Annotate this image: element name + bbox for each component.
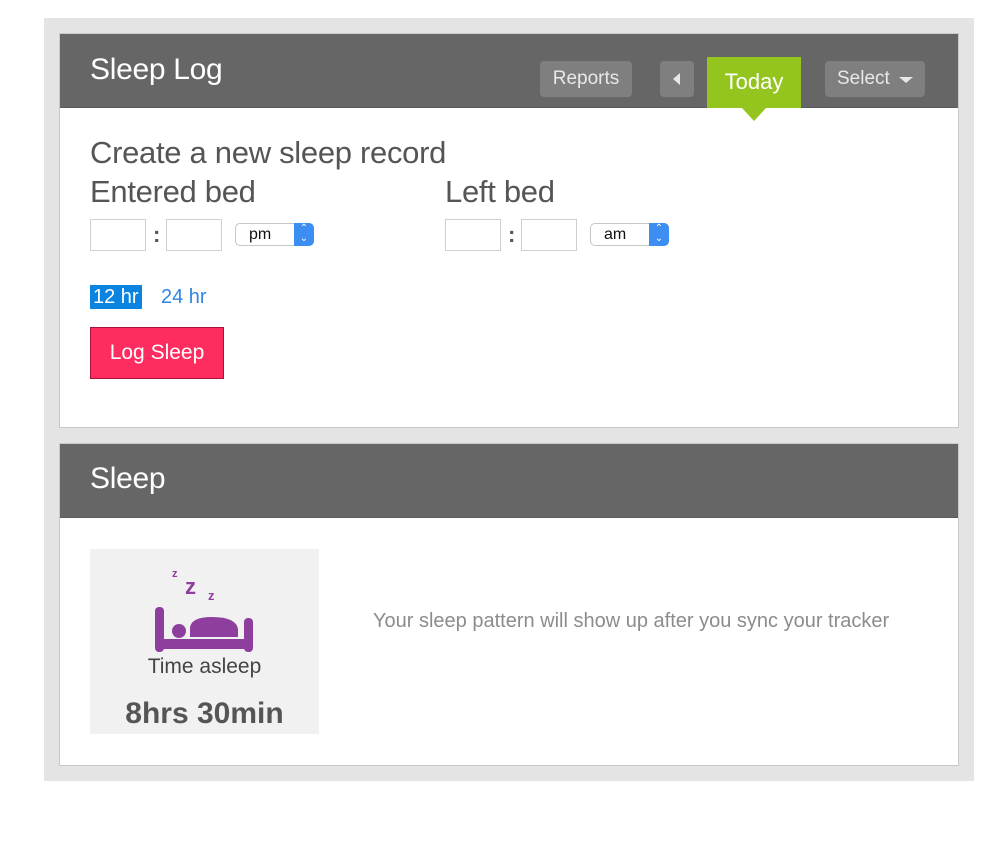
entered-bed-minute-input[interactable] xyxy=(166,219,222,251)
today-button[interactable]: Today xyxy=(707,57,801,121)
left-bed-minute-input[interactable] xyxy=(521,219,577,251)
sleep-header: Sleep xyxy=(60,444,958,518)
select-label: Select xyxy=(837,68,890,89)
format-24hr-toggle[interactable]: 24 hr xyxy=(161,285,207,309)
sleep-log-title: Sleep Log xyxy=(90,53,223,86)
format-12hr-toggle[interactable]: 12 hr xyxy=(90,285,142,309)
left-bed-hour-input[interactable] xyxy=(445,219,501,251)
entered-bed-colon: : xyxy=(153,222,161,247)
svg-text:z: z xyxy=(185,574,196,599)
reports-button[interactable]: Reports xyxy=(540,61,632,97)
previous-day-button[interactable] xyxy=(660,61,694,97)
select-arrows-icon: ⌃ ⌄ xyxy=(294,223,314,246)
sync-message: Your sleep pattern will show up after yo… xyxy=(373,610,890,632)
sleep-panel: Sleep z z z Time asleep 8hrs 30min Your … xyxy=(59,443,959,766)
svg-text:z: z xyxy=(172,568,178,580)
sleeping-bed-icon: z z z xyxy=(155,568,253,652)
entered-bed-hour-input[interactable] xyxy=(90,219,146,251)
left-bed-label: Left bed xyxy=(445,174,555,209)
log-sleep-button[interactable]: Log Sleep xyxy=(90,327,224,379)
sleep-title: Sleep xyxy=(90,462,166,495)
today-pointer xyxy=(742,108,766,121)
time-asleep-value: 8hrs 30min xyxy=(125,697,284,730)
left-bed-period-value: am xyxy=(604,226,627,243)
time-asleep-card: z z z Time asleep 8hrs 30min xyxy=(90,549,319,734)
select-arrows-icon: ⌃ ⌄ xyxy=(649,223,669,246)
caret-down-icon xyxy=(899,77,913,83)
left-bed-colon: : xyxy=(508,222,516,247)
sleep-log-header: Sleep Log Reports Today Select xyxy=(60,34,958,121)
left-bed-period-select[interactable]: am ⌃ ⌄ xyxy=(590,223,669,246)
time-asleep-label: Time asleep xyxy=(147,655,262,678)
entered-bed-label: Entered bed xyxy=(90,174,256,209)
entered-bed-period-select[interactable]: pm ⌃ ⌄ xyxy=(235,223,314,246)
sleep-log-panel: Sleep Log Reports Today Select Create a … xyxy=(59,33,959,428)
today-label: Today xyxy=(724,69,784,94)
entered-bed-period-value: pm xyxy=(249,226,272,243)
svg-text:z: z xyxy=(208,588,215,603)
page-container: Sleep Log Reports Today Select Create a … xyxy=(44,18,974,781)
chevron-left-icon xyxy=(673,73,680,85)
select-dropdown[interactable]: Select xyxy=(825,61,925,97)
create-record-heading: Create a new sleep record xyxy=(90,135,447,170)
